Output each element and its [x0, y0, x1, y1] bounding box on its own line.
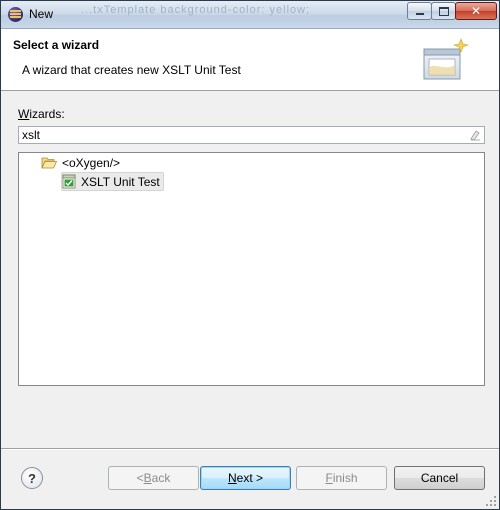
- cancel-button[interactable]: Cancel: [394, 466, 485, 490]
- wizards-tree[interactable]: <oXygen/> XSLT Unit Test: [18, 152, 485, 386]
- tree-node-xslt-unit-test[interactable]: XSLT Unit Test: [61, 172, 164, 191]
- wizard-banner: Select a wizard A wizard that creates ne…: [1, 29, 499, 91]
- close-icon: ✕: [470, 4, 482, 18]
- maximize-button[interactable]: [431, 2, 456, 20]
- title-bar[interactable]: New ...txTemplate background-color: yell…: [1, 1, 499, 29]
- eclipse-icon: [8, 7, 23, 22]
- finish-button[interactable]: Finish: [296, 466, 387, 490]
- maximize-icon: [438, 6, 449, 16]
- back-button[interactable]: < ​Back: [108, 466, 199, 490]
- next-button[interactable]: Next >: [200, 466, 291, 490]
- tree-node-label: <oXygen/>: [62, 155, 121, 170]
- new-wizard-banner-icon: [423, 38, 469, 80]
- help-icon: ?: [28, 470, 36, 486]
- clear-filter-icon[interactable]: [469, 129, 481, 141]
- banner-description: A wizard that creates new XSLT Unit Test: [22, 63, 241, 77]
- help-button[interactable]: ?: [21, 467, 43, 489]
- minimize-icon: [415, 13, 424, 15]
- xslt-unit-test-icon: [62, 174, 76, 189]
- banner-title: Select a wizard: [13, 38, 100, 52]
- tree-node-label: XSLT Unit Test: [81, 174, 160, 189]
- tree-node-oxygen[interactable]: <oXygen/>: [41, 154, 120, 171]
- window-title: New: [29, 7, 54, 21]
- wizard-filter-field[interactable]: [18, 126, 485, 144]
- folder-open-icon: [41, 157, 57, 168]
- wizard-filter-input[interactable]: [22, 127, 462, 143]
- new-wizard-dialog: New ...txTemplate background-color: yell…: [0, 0, 500, 510]
- close-button[interactable]: ✕: [455, 2, 497, 20]
- minimize-button[interactable]: [407, 2, 432, 20]
- background-ghost-text: ...txTemplate background-color: yellow;: [81, 4, 311, 16]
- wizards-label: Wizards:: [18, 107, 65, 121]
- resize-grip-icon[interactable]: [485, 495, 497, 507]
- button-bar-separator: [1, 448, 499, 450]
